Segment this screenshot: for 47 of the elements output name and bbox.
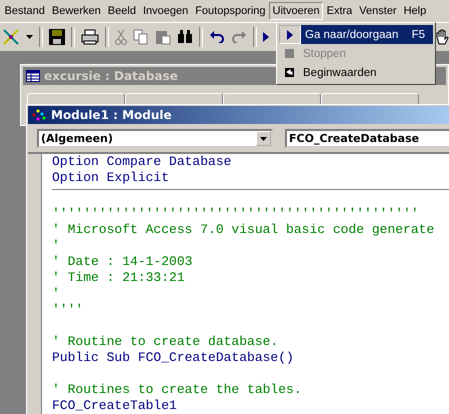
menu-item[interactable]: Venster xyxy=(356,2,400,20)
undo-icon[interactable] xyxy=(209,31,225,43)
window-title: Module1 : Module xyxy=(51,108,172,122)
scissors-icon[interactable] xyxy=(115,29,127,45)
comment-line: ' Routines to create the tables. xyxy=(52,382,303,398)
menu-option[interactable]: Beginwaarden xyxy=(279,63,433,82)
menu-item[interactable]: Bestand xyxy=(1,2,48,20)
play-icon xyxy=(287,30,293,40)
caret-icon xyxy=(260,136,267,140)
redo-icon[interactable] xyxy=(231,31,247,43)
database-icon xyxy=(26,70,40,82)
printer-icon[interactable] xyxy=(81,29,99,45)
play-icon[interactable] xyxy=(263,32,269,42)
menu-item[interactable]: Uitvoeren xyxy=(269,2,324,20)
comment-line: ' Routine to create database. xyxy=(52,334,280,350)
menu-item[interactable]: Beeld xyxy=(104,2,140,20)
copy-icon[interactable] xyxy=(133,29,149,45)
menu-item[interactable]: Help xyxy=(400,2,430,20)
reset-icon xyxy=(284,68,294,77)
save-icon[interactable] xyxy=(49,29,65,45)
procedure-dropdown[interactable]: FCO_CreateDatabase xyxy=(285,129,449,148)
module-icon xyxy=(31,108,47,122)
comment-line: ' Microsoft Access 7.0 visual basic code generate xyxy=(52,222,436,238)
clipboard-icon[interactable] xyxy=(155,29,171,45)
code-line: Option Explicit xyxy=(52,170,170,186)
stop-icon xyxy=(284,49,294,58)
comment-line: ' xyxy=(52,238,61,254)
binoculars-icon[interactable] xyxy=(177,30,193,44)
code-line: Option Compare Database xyxy=(52,154,232,170)
object-dropdown[interactable]: (Algemeen) xyxy=(37,129,273,148)
comment-line: ' Time : 21:33:21 xyxy=(52,270,186,286)
window-title: excursie : Database xyxy=(44,69,178,83)
hand-icon[interactable] xyxy=(435,29,449,45)
code-line: FCO_CreateTable1 xyxy=(52,398,178,414)
menu-option[interactable]: Ga naar/doorgaan F5 xyxy=(279,25,433,44)
comment-line: ' xyxy=(52,286,61,302)
comment-line: ' Date : 14-1-2003 xyxy=(52,254,194,270)
menu-item[interactable]: Invoegen xyxy=(139,2,192,20)
code-line: Public Sub FCO_CreateDatabase() xyxy=(52,350,295,366)
comment-line: '''' xyxy=(52,302,84,318)
dropdown-arrow-button[interactable] xyxy=(256,131,271,146)
menu-item[interactable]: Extra xyxy=(323,2,356,20)
menu-item[interactable]: Foutopsporing xyxy=(192,2,270,20)
caret-icon[interactable] xyxy=(26,35,33,39)
comment-line: ''''''''''''''''''''''''''''''''''''''''''''''' xyxy=(52,206,420,222)
sparkle-icon[interactable] xyxy=(2,28,20,46)
menu-item[interactable]: Bewerken xyxy=(48,2,104,20)
